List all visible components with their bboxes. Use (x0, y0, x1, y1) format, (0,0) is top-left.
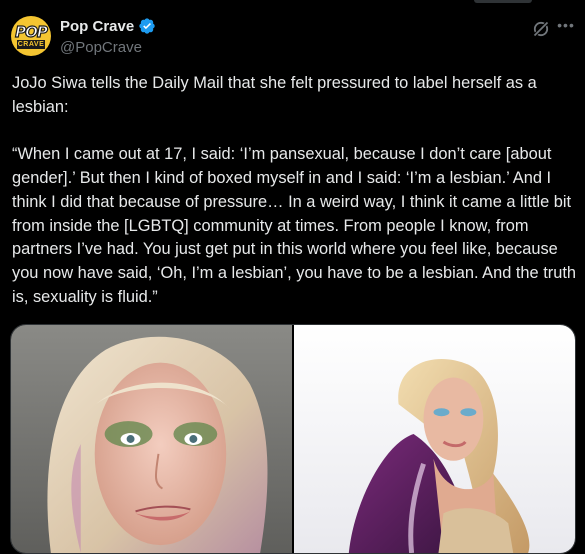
media-grid (10, 324, 576, 554)
author-display-name[interactable]: Pop Crave (60, 18, 134, 35)
more-options-icon[interactable]: ••• (556, 16, 576, 36)
author-handle[interactable]: @PopCrave (60, 39, 142, 56)
tweet-paragraph: “When I came out at 17, I said: ‘I’m pan… (12, 145, 577, 306)
tweet-paragraph: JoJo Siwa tells the Daily Mail that she … (12, 74, 537, 116)
top-edge-control (474, 0, 532, 3)
grok-icon[interactable] (531, 19, 551, 39)
verified-badge-icon (139, 18, 155, 34)
photo-right[interactable] (294, 325, 575, 553)
avatar-logo-subtext: CRAVE (17, 40, 45, 49)
author-name-row: Pop Crave (60, 17, 156, 35)
avatar[interactable]: POP CRAVE (11, 16, 51, 56)
photo-right-image (294, 325, 575, 553)
photo-left-image (11, 325, 292, 553)
tweet-text: JoJo Siwa tells the Daily Mail that she … (12, 72, 577, 310)
avatar-logo-text: POP (15, 22, 49, 41)
photo-left[interactable] (11, 325, 292, 553)
